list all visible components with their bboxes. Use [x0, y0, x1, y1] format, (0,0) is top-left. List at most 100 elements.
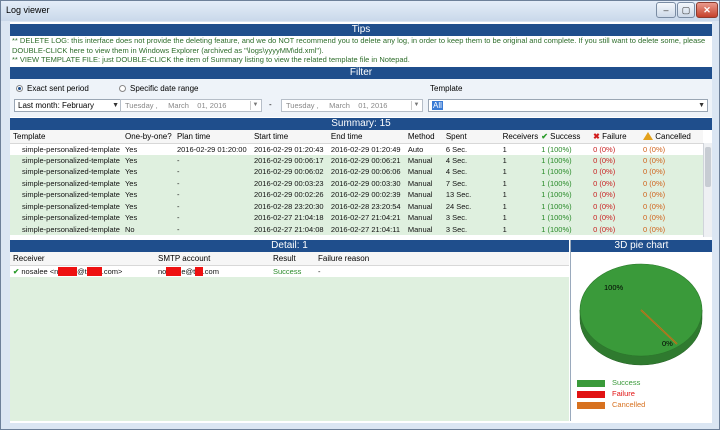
exact-period-radio[interactable]	[16, 85, 23, 92]
col-one-by-one[interactable]: One-by-one?	[121, 130, 174, 144]
exact-period-label[interactable]: Exact sent period	[27, 84, 89, 93]
summary-cell: Yes	[124, 167, 138, 177]
summary-row[interactable]: simple-personalized-template No - 2016-02-2…	[10, 223, 703, 235]
summary-cell: 2016-02-28 23:20:30	[253, 201, 324, 211]
detail-row[interactable]: ✔ nosalee <nxxxxx@txxxx.com> noxxxxe@txx…	[10, 265, 569, 277]
summary-row[interactable]: simple-personalized-template Yes 2016-02-2…	[10, 143, 703, 155]
summary-row[interactable]: simple-personalized-template Yes - 2016-02-…	[10, 166, 703, 178]
minimize-button[interactable]: –	[656, 2, 676, 18]
template-select-value: All	[432, 101, 443, 110]
detail-panel: Detail: 1 Receiver SMTP account Result F…	[10, 240, 569, 421]
summary-cell: 1 (100%)	[541, 201, 572, 211]
col-failure[interactable]: ✖ Failure	[590, 130, 641, 144]
summary-cell: -	[176, 167, 180, 177]
summary-row[interactable]: simple-personalized-template Yes - 2016-02-…	[10, 212, 703, 224]
legend-swatch-failure	[577, 391, 605, 398]
summary-row[interactable]: simple-personalized-template Yes - 2016-02-…	[10, 200, 703, 212]
summary-rows: simple-personalized-template Yes 2016-02-2…	[10, 143, 703, 235]
specific-range-label[interactable]: Specific date range	[130, 84, 199, 93]
date-from-month: March	[168, 101, 189, 110]
col-smtp-account[interactable]: SMTP account	[155, 252, 270, 266]
redacted-block: xxxx	[86, 266, 102, 276]
detail-list[interactable]: Receiver SMTP account Result Failure rea…	[10, 252, 569, 421]
template-select[interactable]: All ▼	[428, 99, 708, 112]
col-success[interactable]: ✔ Success	[538, 130, 591, 144]
summary-scrollbar[interactable]	[703, 143, 712, 237]
summary-cell: 0 (0%)	[593, 167, 616, 177]
summary-cell: 4 Sec.	[445, 155, 468, 165]
col-method[interactable]: Method	[404, 130, 443, 144]
close-button[interactable]: ✕	[696, 2, 718, 18]
date-to-picker[interactable]: Tuesday , March 01, 2016 ▼	[281, 99, 423, 112]
summary-cell: simple-personalized-template	[22, 190, 120, 200]
summary-cell: 1 (100%)	[541, 224, 572, 234]
summary-cell: Manual	[407, 167, 433, 177]
summary-cell: 2016-02-29 00:06:17	[253, 155, 324, 165]
col-failure-reason[interactable]: Failure reason	[315, 252, 569, 266]
summary-cell: 1 (100%)	[541, 190, 572, 200]
summary-cell: 1 (100%)	[541, 167, 572, 177]
summary-cell: 4 Sec.	[445, 167, 468, 177]
summary-cell: 2016-02-29 01:20:49	[330, 144, 401, 154]
title-bar[interactable]: Log viewer – ▢ ✕	[1, 1, 719, 21]
summary-cell: 2016-02-29 01:20:43	[253, 144, 324, 154]
col-template[interactable]: Template	[10, 130, 122, 144]
col-result[interactable]: Result	[270, 252, 315, 266]
specific-range-radio[interactable]	[119, 85, 126, 92]
summary-cell: 0 (0%)	[643, 167, 666, 177]
col-end-time[interactable]: End time	[327, 130, 405, 144]
summary-cell: 7 Sec.	[445, 178, 468, 188]
summary-row[interactable]: simple-personalized-template Yes - 2016-02-…	[10, 189, 703, 201]
window-title: Log viewer	[6, 5, 50, 15]
tip-delete-log[interactable]: ** DELETE LOG: this interface does not p…	[12, 36, 710, 55]
summary-cell: 1	[502, 167, 507, 177]
redacted-block: xx	[195, 266, 203, 276]
summary-cell: 0 (0%)	[593, 155, 616, 165]
summary-cell: 24 Sec.	[445, 201, 472, 211]
summary-cell: -	[176, 190, 180, 200]
template-label: Template	[430, 84, 463, 93]
summary-row[interactable]: simple-personalized-template Yes - 2016-02-…	[10, 154, 703, 166]
tips-text[interactable]: ** DELETE LOG: this interface does not p…	[12, 36, 710, 65]
main-content: Tips ** DELETE LOG: this interface does …	[10, 22, 712, 423]
summary-cell: 3 Sec.	[445, 224, 468, 234]
date-separator: -	[269, 100, 272, 109]
date-from-picker[interactable]: Tuesday , March 01, 2016 ▼	[120, 99, 262, 112]
detail-table: Receiver SMTP account Result Failure rea…	[10, 252, 569, 277]
col-start-time[interactable]: Start time	[250, 130, 328, 144]
scrollbar-thumb[interactable]	[705, 147, 711, 187]
col-spent[interactable]: Spent	[442, 130, 500, 144]
summary-row[interactable]: simple-personalized-template Yes - 2016-02-…	[10, 177, 703, 189]
summary-list[interactable]: Template One-by-one? Plan time Start tim…	[10, 130, 712, 237]
summary-cell: -	[176, 213, 180, 223]
date-to-month: March	[329, 101, 350, 110]
summary-cell: 0 (0%)	[593, 224, 616, 234]
col-cancelled[interactable]: Cancelled	[640, 130, 703, 144]
calendar-dropdown-icon[interactable]: ▼	[411, 101, 421, 110]
col-receivers[interactable]: Receivers	[499, 130, 539, 144]
period-select[interactable]: Last month: February ▼	[14, 99, 122, 112]
summary-cell: 1	[502, 201, 507, 211]
summary-cell: 2016-02-27 21:04:11	[330, 224, 400, 234]
summary-cell: simple-personalized-template	[22, 155, 120, 165]
summary-cell: 1	[502, 155, 507, 165]
maximize-button[interactable]: ▢	[677, 2, 695, 18]
summary-cell: -	[176, 224, 180, 234]
summary-table: Template One-by-one? Plan time Start tim…	[10, 130, 703, 235]
checkmark-icon: ✔	[13, 266, 20, 276]
summary-cell: 0 (0%)	[643, 213, 666, 223]
date-to-day: 01, 2016	[358, 101, 388, 110]
summary-cell: 1	[502, 224, 507, 234]
summary-cell: 0 (0%)	[593, 144, 616, 154]
col-cancelled-label: Cancelled	[655, 131, 691, 141]
col-failure-label: Failure	[602, 131, 627, 141]
summary-cell: 0 (0%)	[643, 178, 666, 188]
col-receiver[interactable]: Receiver	[10, 252, 155, 266]
summary-cell: -	[176, 155, 180, 165]
summary-cell: 0 (0%)	[643, 201, 666, 211]
receiver-suffix: .com>	[101, 266, 123, 276]
summary-cell: 1	[502, 178, 507, 188]
col-plan-time[interactable]: Plan time	[173, 130, 251, 144]
calendar-dropdown-icon[interactable]: ▼	[250, 101, 260, 110]
summary-cell: simple-personalized-template	[22, 178, 120, 188]
